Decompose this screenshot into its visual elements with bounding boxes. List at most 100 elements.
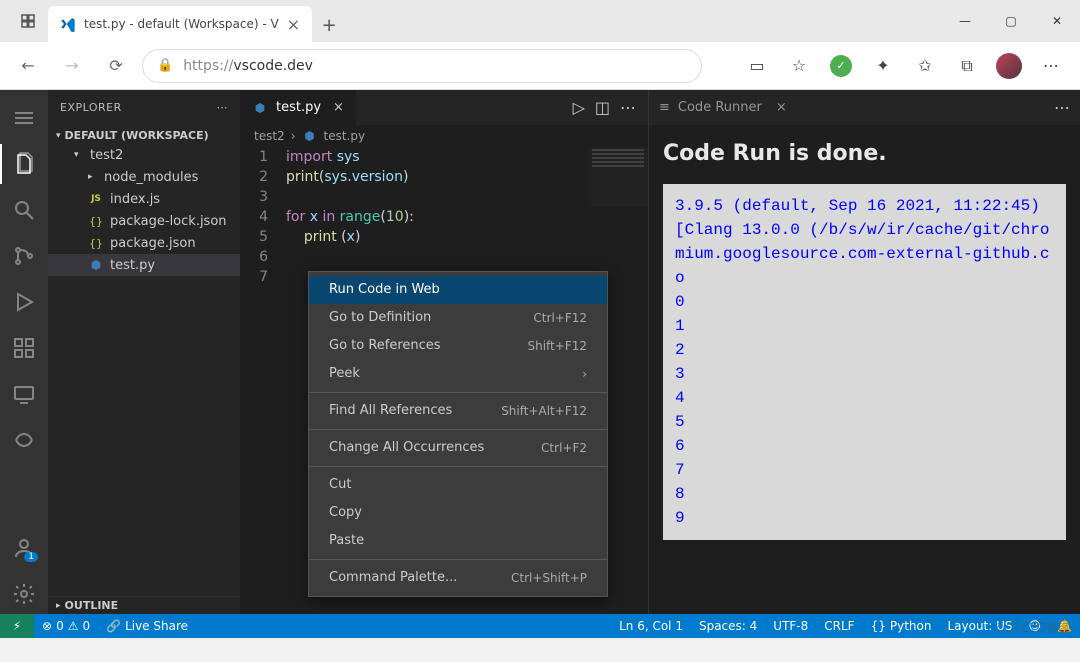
split-editor-icon[interactable]: ◫ [595, 98, 610, 117]
more-icon[interactable]: ⋯ [1032, 48, 1070, 84]
runner-more-icon[interactable]: ⋯ [1054, 98, 1070, 117]
tree-folder-test2[interactable]: ▾ test2 [48, 144, 240, 166]
ctx-label: Go to Definition [329, 308, 431, 328]
status-encoding[interactable]: UTF-8 [765, 614, 816, 638]
outline-header[interactable]: ▸ OUTLINE [48, 596, 240, 614]
ctx-find-all-references[interactable]: Find All ReferencesShift+Alt+F12 [309, 397, 607, 425]
tab-close-icon[interactable]: × [287, 15, 300, 34]
language-label: Python [890, 619, 932, 633]
extensions-icon[interactable]: ✦ [864, 48, 902, 84]
remote-indicator[interactable]: ⚡ [0, 614, 34, 638]
minimap[interactable] [588, 147, 648, 207]
runner-tab-label: Code Runner [678, 100, 762, 115]
warning-count: 0 [82, 619, 90, 633]
favorites-bar-icon[interactable]: ✩ [906, 48, 944, 84]
json-icon [88, 214, 104, 228]
ctx-go-to-definition[interactable]: Go to Definition Ctrl+F12 [309, 304, 607, 332]
status-lncol[interactable]: Ln 6, Col 1 [611, 614, 691, 638]
tree-file-test-py[interactable]: test.py [48, 254, 240, 276]
python-icon [88, 258, 104, 272]
source-control-icon[interactable] [0, 236, 48, 276]
ctx-peek[interactable]: Peek› [309, 360, 607, 388]
editor-actions: ▷ ◫ ⋯ [573, 98, 648, 117]
ctx-go-to-references[interactable]: Go to ReferencesShift+F12 [309, 332, 607, 360]
runner-tab[interactable]: ≡ Code Runner × [659, 100, 787, 115]
debug-icon[interactable] [0, 282, 48, 322]
tree-file-index-js[interactable]: JS index.js [48, 188, 240, 210]
ctx-cut[interactable]: Cut [309, 471, 607, 499]
status-language[interactable]: {} Python [863, 614, 940, 638]
settings-gear-icon[interactable] [0, 574, 48, 614]
ctx-paste[interactable]: Paste [309, 527, 607, 555]
status-eol[interactable]: CRLF [816, 614, 862, 638]
chevron-down-icon: ▾ [56, 131, 61, 141]
ctx-copy[interactable]: Copy [309, 499, 607, 527]
address-bar: ← → ⟳ 🔒 https://vscode.dev ▭ ☆ ✓ ✦ ✩ ⧉ ⋯ [0, 42, 1080, 89]
browser-tab[interactable]: test.py - default (Workspace) - V × [48, 6, 312, 42]
runner-tab-bar: ≡ Code Runner × ⋯ [649, 90, 1080, 125]
menu-separator [309, 429, 607, 430]
url-input[interactable]: 🔒 https://vscode.dev [142, 49, 702, 83]
status-liveshare[interactable]: 🔗 Live Share [98, 614, 196, 638]
back-button[interactable]: ← [10, 48, 46, 84]
ctx-shortcut: Ctrl+F12 [533, 308, 587, 328]
reading-mode-icon[interactable]: ▭ [738, 48, 776, 84]
close-window-button[interactable]: ✕ [1034, 0, 1080, 42]
browser-chrome: test.py - default (Workspace) - V × + — … [0, 0, 1080, 90]
activity-menu-icon[interactable] [0, 98, 48, 138]
account-icon[interactable]: 1 [0, 528, 48, 568]
sidebar-more-icon[interactable]: ⋯ [217, 101, 229, 114]
close-icon[interactable]: × [333, 100, 344, 115]
references-icon[interactable] [0, 420, 48, 460]
status-spaces[interactable]: Spaces: 4 [691, 614, 765, 638]
watermark: ©51CTO博客 [994, 619, 1070, 636]
line-number: 2 [240, 167, 286, 187]
workspace-header[interactable]: ▾ DEFAULT (WORKSPACE) [48, 127, 240, 144]
error-count: 0 [56, 619, 64, 633]
breadcrumb[interactable]: test2 › test.py [240, 125, 648, 147]
profile-avatar[interactable] [990, 48, 1028, 84]
ctx-shortcut: Shift+Alt+F12 [501, 401, 587, 421]
app-menu-icon[interactable] [8, 0, 48, 42]
sidebar-title: EXPLORER [60, 101, 122, 114]
tree-file-package-json[interactable]: package.json [48, 232, 240, 254]
run-icon[interactable]: ▷ [573, 98, 585, 117]
editor-tab-test-py[interactable]: test.py × [240, 90, 356, 125]
forward-button[interactable]: → [54, 48, 90, 84]
tree-label: package.json [110, 236, 196, 251]
code-editor[interactable]: 1import sys 2print(sys.version) 3 4for x… [240, 147, 648, 614]
collections-icon[interactable]: ⧉ [948, 48, 986, 84]
extension-dot-icon[interactable]: ✓ [822, 48, 860, 84]
list-icon: ≡ [659, 100, 670, 115]
menu-separator [309, 392, 607, 393]
extensions-activity-icon[interactable] [0, 328, 48, 368]
url-host: vscode.dev [233, 58, 313, 74]
ctx-run-code-in-web[interactable]: Run Code in Web [309, 276, 607, 304]
explorer-icon[interactable] [0, 144, 48, 184]
explorer-sidebar: EXPLORER ⋯ ▾ DEFAULT (WORKSPACE) ▾ test2… [48, 90, 240, 614]
brackets-icon: {} [871, 619, 886, 633]
refresh-button[interactable]: ⟳ [98, 48, 134, 84]
new-tab-button[interactable]: + [312, 8, 346, 42]
ctx-command-palette[interactable]: Command Palette...Ctrl+Shift+P [309, 564, 607, 592]
editor-more-icon[interactable]: ⋯ [620, 98, 636, 117]
minimize-button[interactable]: — [942, 0, 988, 42]
favorite-icon[interactable]: ☆ [780, 48, 818, 84]
status-problems[interactable]: ⊗0 ⚠0 [34, 614, 98, 638]
status-bar: ⚡ ⊗0 ⚠0 🔗 Live Share Ln 6, Col 1 Spaces:… [0, 614, 1080, 638]
tree-file-package-lock[interactable]: package-lock.json [48, 210, 240, 232]
python-icon [252, 101, 268, 115]
maximize-button[interactable]: ▢ [988, 0, 1034, 42]
activity-bar: 1 [0, 90, 48, 614]
remote-explorer-icon[interactable] [0, 374, 48, 414]
editor-group: test.py × ▷ ◫ ⋯ test2 › test.py 1import … [240, 90, 648, 614]
ctx-change-all-occurrences[interactable]: Change All OccurrencesCtrl+F2 [309, 434, 607, 462]
error-icon: ⊗ [42, 619, 52, 633]
ctx-label: Run Code in Web [329, 280, 440, 300]
editor-tab-label: test.py [276, 100, 321, 115]
close-icon[interactable]: × [776, 100, 787, 115]
breadcrumb-folder: test2 [254, 129, 285, 143]
runner-output: 3.9.5 (default, Sep 16 2021, 11:22:45) [… [663, 184, 1066, 540]
tree-folder-node-modules[interactable]: ▸ node_modules [48, 166, 240, 188]
search-icon[interactable] [0, 190, 48, 230]
